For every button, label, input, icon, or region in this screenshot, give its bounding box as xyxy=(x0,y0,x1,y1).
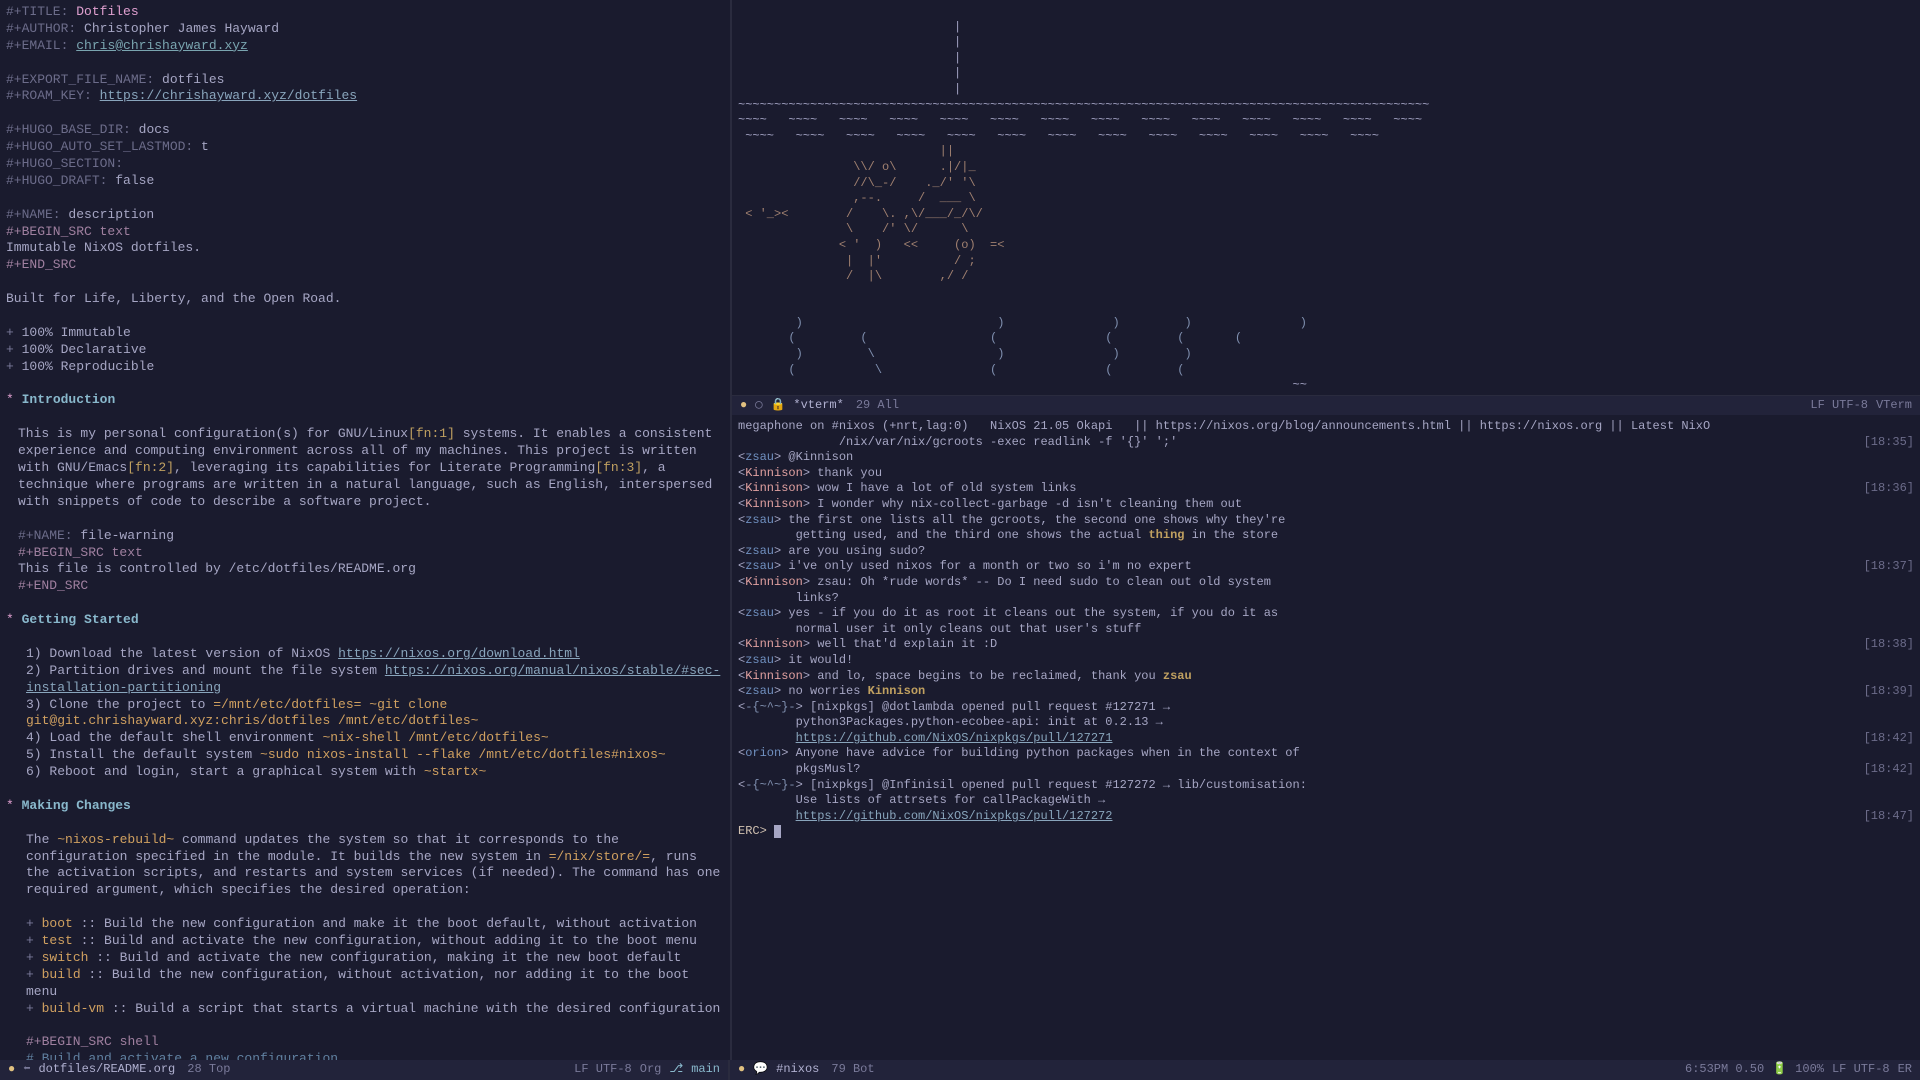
chat-icon: 💬 xyxy=(753,1062,768,1078)
vterm-modeline: ● ◯ 🔒 *vterm* 29 All LF UTF-8 VTerm xyxy=(732,395,1920,415)
irc-message: <zsau> i've only used nixos for a month … xyxy=(738,559,1914,575)
irc-message: python3Packages.python-ecobee-api: init … xyxy=(738,715,1914,731)
irc-message: <zsau> the first one lists all the gcroo… xyxy=(738,513,1914,529)
irc-message: <orion> Anyone have advice for building … xyxy=(738,746,1914,762)
cursor-icon xyxy=(774,825,781,838)
bottom-modeline: ● ⬅ dotfiles/README.org 28 Top LF UTF-8 … xyxy=(0,1060,1920,1080)
irc-link[interactable]: https://github.com/NixOS/nixpkgs/pull/12… xyxy=(796,731,1113,745)
modified-indicator-icon: ● xyxy=(8,1062,15,1078)
irc-message: https://github.com/NixOS/nixpkgs/pull/12… xyxy=(738,809,1914,825)
lock-icon: 🔒 xyxy=(770,398,785,414)
buffer-name: dotfiles/README.org xyxy=(38,1062,175,1078)
clock: 6:53PM 0.50 xyxy=(1685,1062,1764,1078)
irc-message: <-{~^~}-> [nixpkgs] @dotlambda opened pu… xyxy=(738,700,1914,716)
irc-message: <zsau> are you using sudo? xyxy=(738,544,1914,560)
heading-making-changes: Making Changes xyxy=(22,798,131,813)
right-modeline: ● 💬 #nixos 79 Bot 6:53PM 0.50 🔋 100% LF … xyxy=(730,1060,1920,1080)
arrow-icon: ⬅ xyxy=(23,1062,30,1078)
irc-message: pkgsMusl?[18:42] xyxy=(738,762,1914,778)
buffer-name: *vterm* xyxy=(793,398,843,414)
irc-message: getting used, and the third one shows th… xyxy=(738,528,1914,544)
roam-key-link[interactable]: https://chrishayward.xyz/dotfiles xyxy=(100,88,357,103)
irc-message: <Kinnison> wow I have a lot of old syste… xyxy=(738,481,1914,497)
branch-icon: ⎇ xyxy=(669,1062,683,1078)
modified-indicator-icon: ● xyxy=(738,1062,745,1078)
irc-message: <Kinnison> zsau: Oh *rude words* -- Do I… xyxy=(738,575,1914,591)
irc-message: <-{~^~}-> [nixpkgs] @Infinisil opened pu… xyxy=(738,778,1914,794)
irc-message: <zsau> @Kinnison xyxy=(738,450,1914,466)
irc-message: <Kinnison> and lo, space begins to be re… xyxy=(738,669,1914,685)
buffer-name: #nixos xyxy=(776,1062,819,1078)
org-keyword: #+TITLE: xyxy=(6,4,68,19)
irc-message: Use lists of attrsets for callPackageWit… xyxy=(738,793,1914,809)
modified-indicator-icon: ● xyxy=(740,398,747,414)
irc-message: <zsau> yes - if you do it as root it cle… xyxy=(738,606,1914,622)
heading-introduction: Introduction xyxy=(22,392,116,407)
irc-message: <Kinnison> thank you xyxy=(738,466,1914,482)
irc-link[interactable]: https://github.com/NixOS/nixpkgs/pull/12… xyxy=(796,809,1113,823)
irc-message: https://github.com/NixOS/nixpkgs/pull/12… xyxy=(738,731,1914,747)
irc-message: <zsau> no worries Kinnison[18:39] xyxy=(738,684,1914,700)
org-author: Christopher James Hayward xyxy=(84,21,279,36)
vterm-buffer[interactable]: | | | | | ~~~~~~~~~~~~~~~~~~~~~~~~~~~~~~… xyxy=(732,0,1920,395)
irc-prompt[interactable]: ERC> xyxy=(738,824,1914,840)
circle-icon: ◯ xyxy=(755,398,762,414)
heading-getting-started: Getting Started xyxy=(22,612,139,627)
irc-buffer[interactable]: megaphone on #nixos (+nrt,lag:0) NixOS 2… xyxy=(732,415,1920,1060)
irc-message: normal user it only cleans out that user… xyxy=(738,622,1914,638)
irc-message: links? xyxy=(738,591,1914,607)
battery-icon: 🔋 xyxy=(1772,1062,1787,1078)
irc-message: <zsau> it would! xyxy=(738,653,1914,669)
org-email[interactable]: chris@chrishayward.xyz xyxy=(76,38,248,53)
left-modeline: ● ⬅ dotfiles/README.org 28 Top LF UTF-8 … xyxy=(0,1060,730,1080)
irc-message: <Kinnison> well that'd explain it :D[18:… xyxy=(738,637,1914,653)
irc-message: <Kinnison> I wonder why nix-collect-garb… xyxy=(738,497,1914,513)
org-buffer[interactable]: #+TITLE: Dotfiles #+AUTHOR: Christopher … xyxy=(0,0,730,1060)
step-download-link[interactable]: https://nixos.org/download.html xyxy=(338,646,580,661)
org-title: Dotfiles xyxy=(76,4,138,19)
